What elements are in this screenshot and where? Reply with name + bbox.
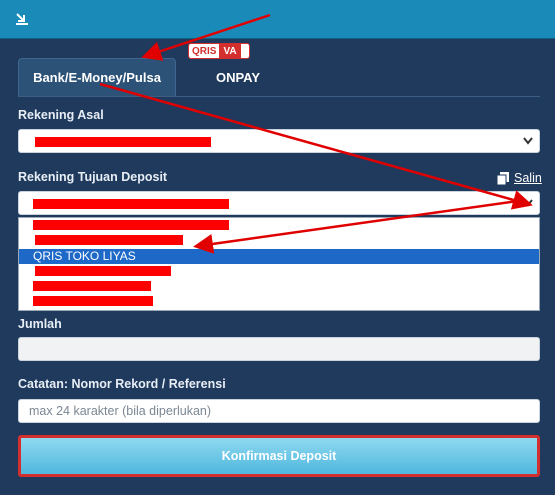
tab-onpay[interactable]: ONPAY [193,58,283,96]
tab-bank-emoney-pulsa[interactable]: Bank/E-Money/Pulsa [18,58,176,96]
jumlah-input[interactable] [18,337,540,361]
salin-label: Salin [514,171,542,185]
dropdown-option[interactable] [19,294,539,309]
catatan-input[interactable]: max 24 karakter (bila diperlukan) [18,399,540,423]
va-badge-text: VA [219,44,241,58]
deposit-panel: Bank/E-Money/Pulsa ONPAY QRIS VA Rekenin… [2,39,553,495]
rekening-tujuan-options: QRIS TOKO LIYAS [18,217,540,311]
redacted-option [33,220,229,230]
top-bar [0,0,555,39]
dropdown-option[interactable] [19,279,539,294]
catatan-label: Catatan: Nomor Rekord / Referensi [18,377,226,391]
redacted-option [33,296,153,306]
copy-icon [497,171,509,185]
qris-va-badge: QRIS VA [188,43,250,59]
redacted-value [33,199,229,209]
chevron-down-icon [523,137,533,145]
salin-link[interactable]: Salin [497,171,542,185]
dropdown-option-selected[interactable]: QRIS TOKO LIYAS [19,249,539,264]
jumlah-label: Jumlah [18,317,62,331]
rekening-asal-label: Rekening Asal [18,108,104,122]
dropdown-option[interactable] [19,264,539,279]
rekening-asal-select[interactable] [18,129,540,153]
dropdown-option[interactable] [19,233,539,248]
rekening-tujuan-label: Rekening Tujuan Deposit [18,170,168,184]
konfirmasi-deposit-button[interactable]: Konfirmasi Deposit [18,435,540,477]
redacted-option [35,235,183,245]
redacted-option [35,266,171,276]
rekening-tujuan-select[interactable] [18,191,540,215]
chevron-down-icon [523,199,533,207]
redacted-value [35,137,211,147]
dropdown-option[interactable] [19,218,539,233]
payment-tabs: Bank/E-Money/Pulsa ONPAY [18,58,540,97]
qris-badge-text: QRIS [192,45,217,57]
redacted-option [33,281,151,291]
collapse-icon[interactable] [14,11,30,27]
